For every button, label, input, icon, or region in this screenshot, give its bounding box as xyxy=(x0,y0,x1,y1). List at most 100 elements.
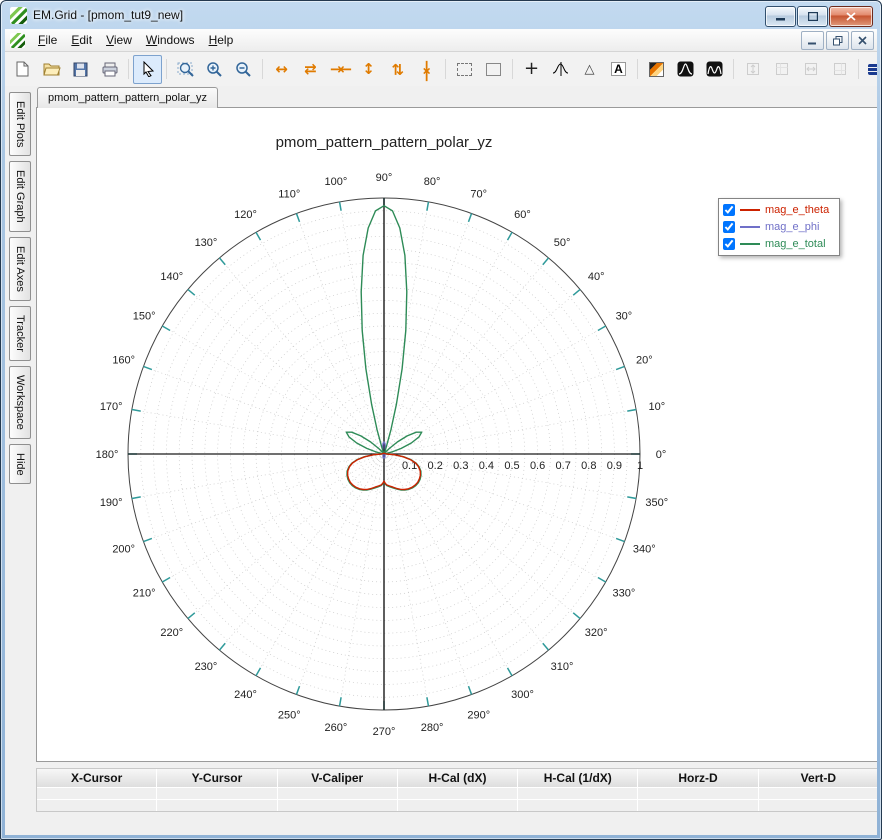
menu-windows[interactable]: Windows xyxy=(139,30,202,50)
colormap-button[interactable] xyxy=(642,55,671,84)
readout-header-horz-d[interactable]: Horz-D xyxy=(638,769,758,787)
readout-cell-r0c0 xyxy=(37,788,157,799)
legend-checkbox-mag_e_theta[interactable] xyxy=(723,204,735,216)
maximize-button[interactable] xyxy=(797,6,828,27)
readout-cell-r0c2 xyxy=(277,788,397,799)
scroll-y-icon: ⇄ xyxy=(388,62,407,76)
readout-header-x-cursor[interactable]: X-Cursor xyxy=(37,769,157,787)
svg-text:290°: 290° xyxy=(467,709,490,721)
svg-text:220°: 220° xyxy=(160,627,183,639)
svg-text:0.4: 0.4 xyxy=(479,460,494,472)
scroll-x-icon: ⇄ xyxy=(304,59,317,78)
legend-line-sample xyxy=(740,226,760,228)
zoom-region-button[interactable] xyxy=(171,55,200,84)
readout-header-h-cal-1-dx-[interactable]: H-Cal (1/dX) xyxy=(518,769,638,787)
layout-icon xyxy=(868,63,877,75)
zoom-in-button[interactable] xyxy=(200,55,229,84)
menu-bar: File Edit View Windows Help xyxy=(5,29,877,52)
compress-y-button[interactable]: →← xyxy=(412,55,441,84)
tracker-cursor-icon xyxy=(552,61,570,77)
svg-text:280°: 280° xyxy=(421,722,444,734)
menu-help[interactable]: Help xyxy=(202,30,241,50)
fit-horizontal-icon xyxy=(803,61,819,77)
wave-style-1-button[interactable] xyxy=(671,55,700,84)
triangle-marker-button[interactable]: △ xyxy=(575,55,604,84)
legend-item-mag_e_phi: mag_e_phi xyxy=(723,219,829,235)
text-annotation-button[interactable]: A xyxy=(604,55,633,84)
plot-region-2-button xyxy=(825,55,854,84)
svg-text:250°: 250° xyxy=(278,709,301,721)
caption-buttons xyxy=(765,6,873,27)
svg-text:310°: 310° xyxy=(551,661,574,673)
readout-header-v-caliper[interactable]: V-Caliper xyxy=(277,769,397,787)
readout-header-y-cursor[interactable]: Y-Cursor xyxy=(157,769,277,787)
crosshair-button[interactable]: + xyxy=(517,55,546,84)
compress-y-icon: →← xyxy=(417,59,436,79)
side-tab-edit-graph[interactable]: Edit Graph xyxy=(9,161,31,233)
side-tab-edit-axes[interactable]: Edit Axes xyxy=(9,237,31,301)
menu-edit[interactable]: Edit xyxy=(64,30,99,50)
legend: mag_e_theta mag_e_phi mag_e_total xyxy=(718,198,841,256)
wave-style-1-icon xyxy=(677,61,694,77)
layout-button[interactable]: Layout xyxy=(863,55,877,84)
side-tab-tracker[interactable]: Tracker xyxy=(9,305,31,361)
svg-text:140°: 140° xyxy=(160,271,183,283)
svg-text:20°: 20° xyxy=(636,354,653,366)
menu-view[interactable]: View xyxy=(99,30,139,50)
document-icon xyxy=(10,32,25,48)
print-button[interactable] xyxy=(95,55,124,84)
svg-text:0.9: 0.9 xyxy=(607,460,622,472)
zoom-out-icon xyxy=(235,61,252,78)
print-icon xyxy=(102,62,118,77)
mdi-window-buttons xyxy=(801,31,874,50)
readout-cell-r0c4 xyxy=(518,788,638,799)
close-button[interactable] xyxy=(829,6,873,27)
legend-item-mag_e_total: mag_e_total xyxy=(723,236,829,252)
toolbar-separator xyxy=(441,57,450,81)
side-tab-workspace[interactable]: Workspace xyxy=(9,365,31,439)
expand-x-button[interactable]: ↔ xyxy=(267,55,296,84)
svg-text:0.2: 0.2 xyxy=(428,460,443,472)
mdi-close-button[interactable] xyxy=(851,31,874,50)
compress-x-button[interactable]: →← xyxy=(325,55,354,84)
new-button[interactable] xyxy=(8,55,37,84)
title-bar[interactable]: EM.Grid - [pmom_tut9_new] xyxy=(1,1,881,29)
cursor-readout-table: X-Cursor Y-Cursor V-Caliper H-Cal (dX) H-Cal… xyxy=(36,768,877,812)
mdi-restore-button[interactable] xyxy=(826,31,849,50)
side-tab-edit-plots[interactable]: Edit Plots xyxy=(9,92,31,157)
app-logo-icon xyxy=(10,6,27,24)
menu-file[interactable]: File xyxy=(31,30,64,50)
rect-select-icon xyxy=(486,62,501,76)
scroll-y-button[interactable]: ⇄ xyxy=(383,55,412,84)
legend-label: mag_e_phi xyxy=(765,221,820,233)
toolbar-separator xyxy=(508,57,517,81)
save-button[interactable] xyxy=(66,55,95,84)
legend-checkbox-mag_e_total[interactable] xyxy=(723,238,735,250)
svg-text:70°: 70° xyxy=(470,189,487,201)
svg-text:210°: 210° xyxy=(133,588,156,600)
document-tab[interactable]: pmom_pattern_pattern_polar_yz xyxy=(37,87,218,108)
svg-text:60°: 60° xyxy=(514,209,531,221)
wave-style-2-button[interactable] xyxy=(700,55,729,84)
select-cursor-button[interactable] xyxy=(133,54,162,84)
save-icon xyxy=(73,62,88,77)
rect-select-button[interactable] xyxy=(479,55,508,84)
mdi-minimize-button[interactable] xyxy=(801,31,824,50)
readout-header-vert-d[interactable]: Vert-D xyxy=(758,769,877,787)
svg-text:100°: 100° xyxy=(325,176,348,188)
svg-text:160°: 160° xyxy=(112,354,135,366)
marquee-button[interactable] xyxy=(450,55,479,84)
readout-header-h-cal-dx-[interactable]: H-Cal (dX) xyxy=(397,769,518,787)
legend-checkbox-mag_e_phi[interactable] xyxy=(723,221,735,233)
tracker-cursor-button[interactable] xyxy=(546,55,575,84)
side-tab-hide[interactable]: Hide xyxy=(9,443,31,485)
minimize-button[interactable] xyxy=(765,6,796,27)
scroll-x-button[interactable]: ⇄ xyxy=(296,55,325,84)
expand-y-button[interactable]: ↕ xyxy=(354,55,383,84)
zoom-out-button[interactable] xyxy=(229,55,258,84)
window-title: EM.Grid - [pmom_tut9_new] xyxy=(33,8,184,22)
workspace: Edit Plots Edit Graph Edit Axes Tracker Work… xyxy=(5,86,877,835)
svg-text:1: 1 xyxy=(637,460,643,472)
zoom-in-icon xyxy=(206,61,223,78)
open-button[interactable] xyxy=(37,55,66,84)
